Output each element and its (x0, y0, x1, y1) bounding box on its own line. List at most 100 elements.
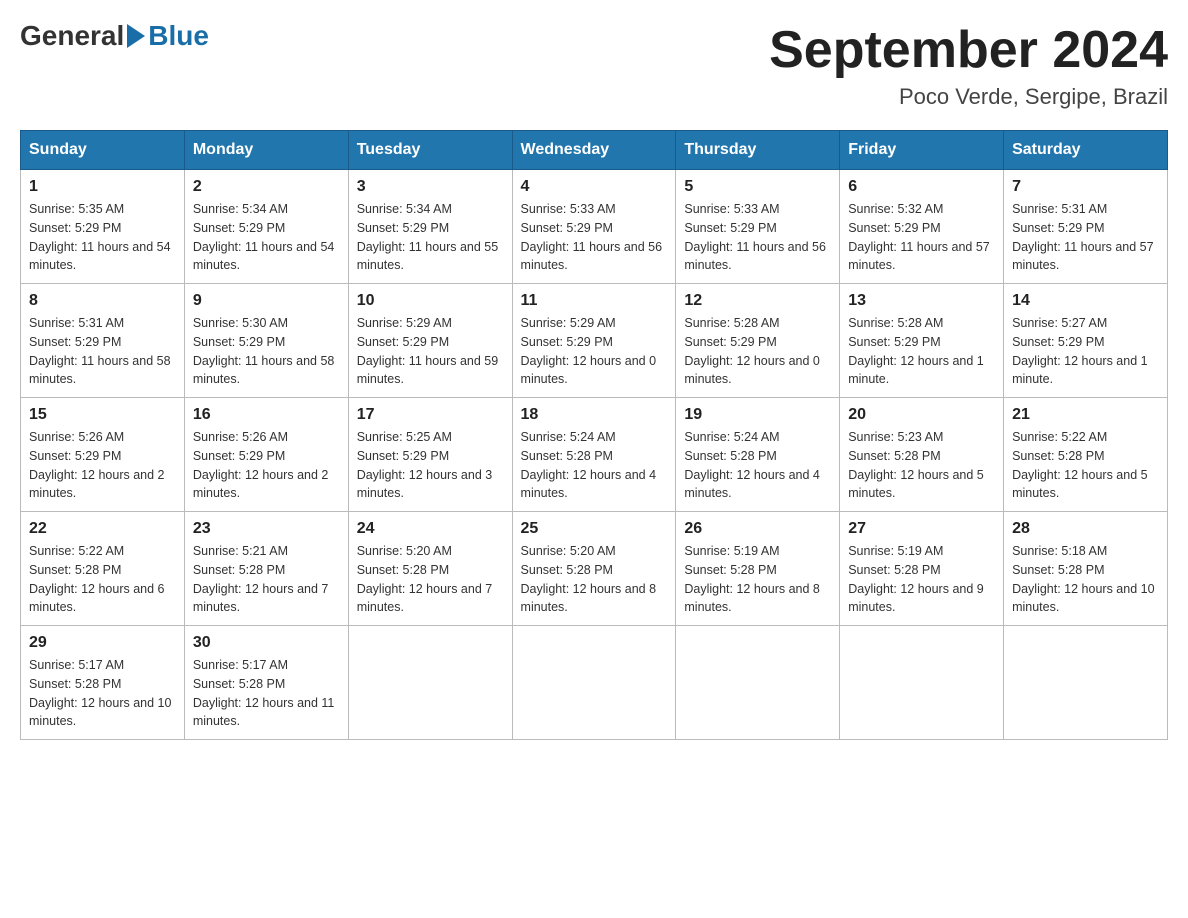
col-thursday: Thursday (676, 131, 840, 170)
day-number: 30 (193, 634, 340, 652)
day-number: 17 (357, 406, 504, 424)
page-header: General Blue September 2024 Poco Verde, … (20, 20, 1168, 110)
table-row: 4 Sunrise: 5:33 AMSunset: 5:29 PMDayligh… (512, 170, 676, 284)
day-number: 15 (29, 406, 176, 424)
day-info: Sunrise: 5:29 AMSunset: 5:29 PMDaylight:… (521, 314, 668, 389)
table-row: 27 Sunrise: 5:19 AMSunset: 5:28 PMDaylig… (840, 512, 1004, 626)
col-wednesday: Wednesday (512, 131, 676, 170)
day-info: Sunrise: 5:17 AMSunset: 5:28 PMDaylight:… (193, 656, 340, 731)
day-info: Sunrise: 5:18 AMSunset: 5:28 PMDaylight:… (1012, 542, 1159, 617)
table-row: 23 Sunrise: 5:21 AMSunset: 5:28 PMDaylig… (184, 512, 348, 626)
month-title: September 2024 (769, 20, 1168, 80)
day-number: 2 (193, 178, 340, 196)
day-number: 10 (357, 292, 504, 310)
day-info: Sunrise: 5:19 AMSunset: 5:28 PMDaylight:… (848, 542, 995, 617)
logo: General Blue (20, 20, 209, 52)
day-number: 29 (29, 634, 176, 652)
table-row: 18 Sunrise: 5:24 AMSunset: 5:28 PMDaylig… (512, 398, 676, 512)
table-row: 29 Sunrise: 5:17 AMSunset: 5:28 PMDaylig… (21, 626, 185, 740)
day-info: Sunrise: 5:22 AMSunset: 5:28 PMDaylight:… (1012, 428, 1159, 503)
day-info: Sunrise: 5:32 AMSunset: 5:29 PMDaylight:… (848, 200, 995, 275)
day-number: 6 (848, 178, 995, 196)
table-row: 24 Sunrise: 5:20 AMSunset: 5:28 PMDaylig… (348, 512, 512, 626)
calendar-table: Sunday Monday Tuesday Wednesday Thursday… (20, 130, 1168, 740)
table-row (676, 626, 840, 740)
day-info: Sunrise: 5:26 AMSunset: 5:29 PMDaylight:… (193, 428, 340, 503)
table-row: 22 Sunrise: 5:22 AMSunset: 5:28 PMDaylig… (21, 512, 185, 626)
location-text: Poco Verde, Sergipe, Brazil (769, 84, 1168, 110)
table-row: 14 Sunrise: 5:27 AMSunset: 5:29 PMDaylig… (1004, 284, 1168, 398)
day-number: 26 (684, 520, 831, 538)
day-info: Sunrise: 5:21 AMSunset: 5:28 PMDaylight:… (193, 542, 340, 617)
day-number: 1 (29, 178, 176, 196)
day-info: Sunrise: 5:25 AMSunset: 5:29 PMDaylight:… (357, 428, 504, 503)
table-row (512, 626, 676, 740)
col-sunday: Sunday (21, 131, 185, 170)
day-number: 24 (357, 520, 504, 538)
day-info: Sunrise: 5:34 AMSunset: 5:29 PMDaylight:… (193, 200, 340, 275)
table-row: 15 Sunrise: 5:26 AMSunset: 5:29 PMDaylig… (21, 398, 185, 512)
day-info: Sunrise: 5:28 AMSunset: 5:29 PMDaylight:… (684, 314, 831, 389)
calendar-week-2: 8 Sunrise: 5:31 AMSunset: 5:29 PMDayligh… (21, 284, 1168, 398)
day-number: 4 (521, 178, 668, 196)
day-number: 7 (1012, 178, 1159, 196)
calendar-week-5: 29 Sunrise: 5:17 AMSunset: 5:28 PMDaylig… (21, 626, 1168, 740)
table-row: 6 Sunrise: 5:32 AMSunset: 5:29 PMDayligh… (840, 170, 1004, 284)
day-info: Sunrise: 5:26 AMSunset: 5:29 PMDaylight:… (29, 428, 176, 503)
table-row: 28 Sunrise: 5:18 AMSunset: 5:28 PMDaylig… (1004, 512, 1168, 626)
table-row: 8 Sunrise: 5:31 AMSunset: 5:29 PMDayligh… (21, 284, 185, 398)
logo-arrow-icon (127, 24, 145, 48)
day-number: 23 (193, 520, 340, 538)
day-number: 3 (357, 178, 504, 196)
logo-general-text: General (20, 20, 124, 52)
table-row (840, 626, 1004, 740)
day-number: 28 (1012, 520, 1159, 538)
table-row: 21 Sunrise: 5:22 AMSunset: 5:28 PMDaylig… (1004, 398, 1168, 512)
day-info: Sunrise: 5:22 AMSunset: 5:28 PMDaylight:… (29, 542, 176, 617)
table-row: 10 Sunrise: 5:29 AMSunset: 5:29 PMDaylig… (348, 284, 512, 398)
day-number: 12 (684, 292, 831, 310)
table-row: 20 Sunrise: 5:23 AMSunset: 5:28 PMDaylig… (840, 398, 1004, 512)
day-number: 13 (848, 292, 995, 310)
day-info: Sunrise: 5:17 AMSunset: 5:28 PMDaylight:… (29, 656, 176, 731)
day-number: 25 (521, 520, 668, 538)
table-row: 11 Sunrise: 5:29 AMSunset: 5:29 PMDaylig… (512, 284, 676, 398)
day-number: 27 (848, 520, 995, 538)
day-info: Sunrise: 5:35 AMSunset: 5:29 PMDaylight:… (29, 200, 176, 275)
col-friday: Friday (840, 131, 1004, 170)
table-row: 17 Sunrise: 5:25 AMSunset: 5:29 PMDaylig… (348, 398, 512, 512)
table-row: 19 Sunrise: 5:24 AMSunset: 5:28 PMDaylig… (676, 398, 840, 512)
table-row (348, 626, 512, 740)
title-area: September 2024 Poco Verde, Sergipe, Braz… (769, 20, 1168, 110)
table-row: 13 Sunrise: 5:28 AMSunset: 5:29 PMDaylig… (840, 284, 1004, 398)
table-row: 1 Sunrise: 5:35 AMSunset: 5:29 PMDayligh… (21, 170, 185, 284)
day-info: Sunrise: 5:31 AMSunset: 5:29 PMDaylight:… (29, 314, 176, 389)
table-row: 30 Sunrise: 5:17 AMSunset: 5:28 PMDaylig… (184, 626, 348, 740)
calendar-header-row: Sunday Monday Tuesday Wednesday Thursday… (21, 131, 1168, 170)
day-info: Sunrise: 5:29 AMSunset: 5:29 PMDaylight:… (357, 314, 504, 389)
table-row: 2 Sunrise: 5:34 AMSunset: 5:29 PMDayligh… (184, 170, 348, 284)
day-number: 18 (521, 406, 668, 424)
day-number: 14 (1012, 292, 1159, 310)
table-row: 7 Sunrise: 5:31 AMSunset: 5:29 PMDayligh… (1004, 170, 1168, 284)
table-row: 25 Sunrise: 5:20 AMSunset: 5:28 PMDaylig… (512, 512, 676, 626)
day-info: Sunrise: 5:20 AMSunset: 5:28 PMDaylight:… (521, 542, 668, 617)
day-info: Sunrise: 5:24 AMSunset: 5:28 PMDaylight:… (684, 428, 831, 503)
table-row: 12 Sunrise: 5:28 AMSunset: 5:29 PMDaylig… (676, 284, 840, 398)
table-row (1004, 626, 1168, 740)
day-number: 8 (29, 292, 176, 310)
calendar-week-4: 22 Sunrise: 5:22 AMSunset: 5:28 PMDaylig… (21, 512, 1168, 626)
day-info: Sunrise: 5:28 AMSunset: 5:29 PMDaylight:… (848, 314, 995, 389)
table-row: 9 Sunrise: 5:30 AMSunset: 5:29 PMDayligh… (184, 284, 348, 398)
calendar-week-1: 1 Sunrise: 5:35 AMSunset: 5:29 PMDayligh… (21, 170, 1168, 284)
col-tuesday: Tuesday (348, 131, 512, 170)
table-row: 26 Sunrise: 5:19 AMSunset: 5:28 PMDaylig… (676, 512, 840, 626)
day-number: 16 (193, 406, 340, 424)
col-saturday: Saturday (1004, 131, 1168, 170)
col-monday: Monday (184, 131, 348, 170)
day-number: 20 (848, 406, 995, 424)
day-info: Sunrise: 5:30 AMSunset: 5:29 PMDaylight:… (193, 314, 340, 389)
day-info: Sunrise: 5:34 AMSunset: 5:29 PMDaylight:… (357, 200, 504, 275)
day-number: 19 (684, 406, 831, 424)
logo-blue-text: Blue (148, 20, 209, 52)
